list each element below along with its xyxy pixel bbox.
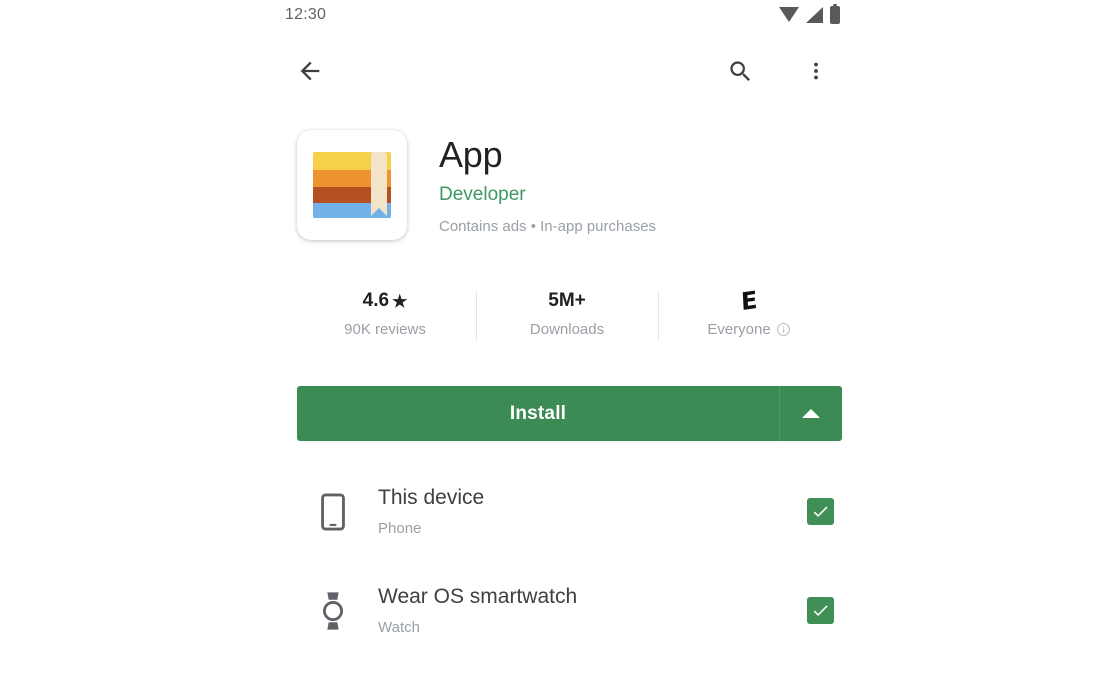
install-expand-button[interactable] <box>779 386 842 441</box>
info-icon[interactable] <box>776 322 791 337</box>
device-checkbox-watch[interactable] <box>807 597 834 624</box>
back-arrow-icon <box>300 61 320 81</box>
device-name: Wear OS smartwatch <box>378 585 578 609</box>
app-icon-artwork <box>313 152 391 218</box>
device-checkbox-phone[interactable] <box>807 498 834 525</box>
device-name: This device <box>378 486 485 510</box>
app-icon <box>297 130 407 240</box>
check-icon <box>813 605 828 617</box>
install-button[interactable]: Install <box>297 386 779 441</box>
stat-content-rating-text: Everyone <box>707 321 771 338</box>
stat-content-rating[interactable]: E Everyone <box>658 285 840 340</box>
signal-icon <box>806 7 823 23</box>
device-text-phone: This device Phone <box>360 485 807 537</box>
phone-screen: 12:30 App Developer Contains ads • In-ap… <box>280 0 852 674</box>
device-type: Watch <box>378 618 420 636</box>
stat-content-rating-label: Everyone <box>707 321 790 338</box>
caret-up-icon <box>802 409 820 418</box>
device-icon-wrapper <box>306 492 360 531</box>
toolbar-right-group <box>722 53 834 89</box>
stat-rating-value: 4.6 <box>362 290 390 311</box>
app-toolbar <box>280 42 852 100</box>
device-row-watch[interactable]: Wear OS smartwatch Watch <box>280 561 852 660</box>
stat-downloads: 5M+ Downloads <box>476 288 658 340</box>
stat-content-rating-value-group: E <box>740 285 758 317</box>
wifi-icon <box>779 7 799 22</box>
star-icon: ★ <box>392 291 408 311</box>
app-tags: Contains ads • In-app purchases <box>439 218 657 236</box>
stat-rating[interactable]: 4.6 ★ 90K reviews <box>294 288 476 338</box>
search-button[interactable] <box>722 53 758 89</box>
device-icon-wrapper <box>306 591 360 631</box>
icon-bookmark-ribbon <box>371 152 387 216</box>
device-list: This device Phone Wear OS smartwatch Wat… <box>280 462 852 660</box>
install-row[interactable]: Install <box>297 386 842 441</box>
esrb-everyone-icon: E <box>740 285 758 317</box>
toolbar-left-group <box>292 53 328 89</box>
battery-icon <box>830 4 840 24</box>
stat-rating-value-group: 4.6 ★ <box>363 288 408 314</box>
status-bar: 12:30 <box>280 0 852 30</box>
app-title: App <box>439 134 503 175</box>
stat-rating-label: 90K reviews <box>344 321 426 338</box>
device-row-phone[interactable]: This device Phone <box>280 462 852 561</box>
overflow-menu-button[interactable] <box>798 53 834 89</box>
watch-icon <box>322 591 344 630</box>
search-icon <box>729 60 750 81</box>
device-type: Phone <box>378 519 422 537</box>
app-developer-link[interactable]: Developer <box>439 184 656 207</box>
app-header: App Developer Contains ads • In-app purc… <box>280 130 852 240</box>
app-stats-row: 4.6 ★ 90K reviews 5M+ Downloads E Everyo… <box>294 285 840 340</box>
stat-downloads-label: Downloads <box>529 321 605 338</box>
back-button[interactable] <box>292 53 328 89</box>
app-meta: App Developer Contains ads • In-app purc… <box>407 130 656 236</box>
stat-downloads-value: 5M+ <box>548 290 586 311</box>
device-text-watch: Wear OS smartwatch Watch <box>360 584 807 636</box>
status-bar-time: 12:30 <box>285 6 327 23</box>
more-vert-icon <box>814 62 818 80</box>
status-bar-icons <box>779 4 840 24</box>
check-icon <box>813 506 828 518</box>
phone-icon <box>321 492 345 531</box>
